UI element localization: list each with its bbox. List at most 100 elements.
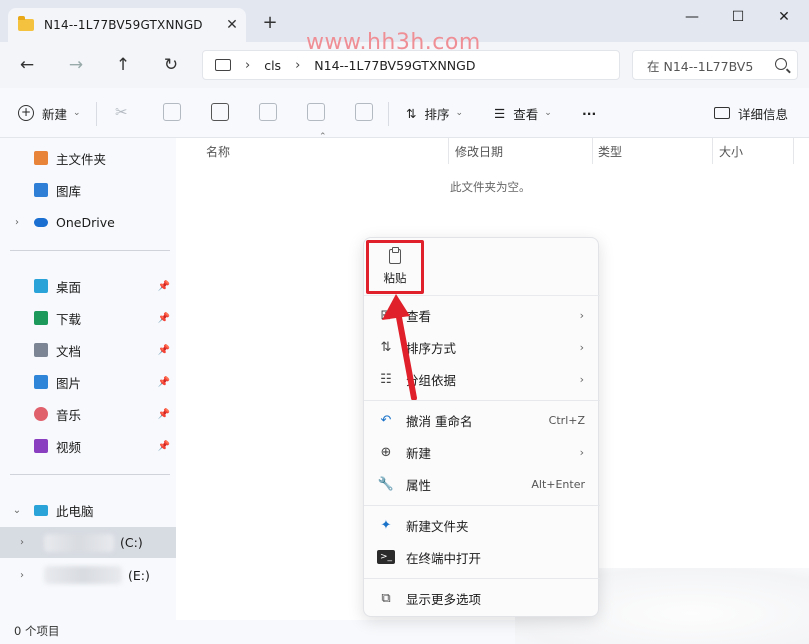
menu-item-label: 在终端中打开 <box>406 550 482 566</box>
view-grid-icon: ⊞ <box>380 307 392 323</box>
rename-icon[interactable] <box>259 103 277 121</box>
plus-icon: + <box>18 105 34 121</box>
column-header-modified[interactable]: 修改日期 <box>455 140 503 162</box>
new-folder-icon: ✦ <box>380 517 392 533</box>
view-button[interactable]: ☰ 查看 ⌄ <box>494 102 552 124</box>
download-icon <box>34 311 48 325</box>
sidebar-item-pictures[interactable]: 图片 📌 <box>0 368 176 396</box>
pin-icon[interactable]: 📌 <box>158 313 170 324</box>
more-button[interactable]: ··· <box>582 102 596 124</box>
menu-item-view[interactable]: ⊞ 查看 › <box>364 300 600 330</box>
breadcrumb-item[interactable]: N14--1L77BV59GTXNNGD <box>314 58 475 73</box>
sidebar-item-label: 音乐 <box>56 407 82 423</box>
menu-item-sort[interactable]: ⇅ 排序方式 › <box>364 332 600 362</box>
menu-item-properties[interactable]: 🔧 属性 Alt+Enter <box>364 469 600 499</box>
column-divider[interactable] <box>448 138 449 164</box>
sidebar-item-label: 文档 <box>56 343 82 359</box>
chevron-right-icon[interactable]: › <box>0 570 44 581</box>
sidebar-item-drive-e[interactable]: › (E:) <box>0 560 176 590</box>
pin-icon[interactable]: 📌 <box>158 441 170 452</box>
cut-icon[interactable]: ✂ <box>115 103 133 121</box>
sidebar-item-label: 此电脑 <box>56 503 94 519</box>
column-header-size[interactable]: 大小 <box>719 140 743 162</box>
breadcrumb-item[interactable]: cls <box>264 58 281 73</box>
sidebar-item-onedrive[interactable]: › OneDrive <box>0 208 176 236</box>
maximize-button[interactable]: ☐ <box>726 6 750 30</box>
pin-icon[interactable]: 📌 <box>158 281 170 292</box>
column-header-name[interactable]: 名称 <box>206 140 230 162</box>
paste-button[interactable]: 粘贴 <box>366 240 424 294</box>
sidebar-item-music[interactable]: 音乐 📌 <box>0 400 176 428</box>
sidebar-item-label: 主文件夹 <box>56 151 107 167</box>
back-button[interactable]: ← <box>14 52 40 78</box>
sort-label: 排序 <box>424 106 450 122</box>
menu-item-more-options[interactable]: ⧉ 显示更多选项 <box>364 583 600 613</box>
sidebar-item-videos[interactable]: 视频 📌 <box>0 432 176 460</box>
search-icon <box>775 58 787 70</box>
pictures-icon <box>34 375 48 389</box>
shortcut-label: Alt+Enter <box>531 477 585 491</box>
delete-icon[interactable] <box>355 103 373 121</box>
sidebar-item-drive-c[interactable]: › (C:) <box>0 527 176 558</box>
menu-item-new-folder[interactable]: ✦ 新建文件夹 <box>364 510 600 540</box>
context-menu-quick-actions: 粘贴 <box>364 238 600 296</box>
refresh-button[interactable]: ↻ <box>158 52 184 78</box>
sort-icon: ⇅ <box>406 105 417 121</box>
column-divider[interactable] <box>592 138 593 164</box>
sidebar-item-desktop[interactable]: 桌面 📌 <box>0 272 176 300</box>
breadcrumb-separator: › <box>295 57 301 73</box>
sort-button[interactable]: ⇅ 排序 ⌄ <box>406 102 463 124</box>
menu-item-label: 新建 <box>406 445 432 461</box>
sidebar-item-gallery[interactable]: 图库 <box>0 176 176 204</box>
chevron-right-icon: › <box>579 372 584 386</box>
chevron-right-icon[interactable]: › <box>0 217 34 228</box>
tab-current-folder[interactable]: N14--1L77BV59GTXNNGD ✕ <box>8 8 246 42</box>
menu-item-undo-rename[interactable]: ↶ 撤消 重命名 Ctrl+Z <box>364 405 600 435</box>
view-label: 查看 <box>513 106 539 122</box>
chevron-down-icon[interactable]: ⌄ <box>0 505 34 516</box>
menu-separator <box>364 578 600 579</box>
close-window-button[interactable]: ✕ <box>772 6 796 30</box>
new-tab-button[interactable]: + <box>258 12 282 36</box>
column-header-type[interactable]: 类型 <box>598 140 622 162</box>
pin-icon[interactable]: 📌 <box>158 409 170 420</box>
menu-item-label: 属性 <box>406 477 432 493</box>
paste-icon[interactable] <box>211 103 229 121</box>
copy-icon[interactable] <box>163 103 181 121</box>
chevron-right-icon: › <box>579 308 584 322</box>
menu-item-open-terminal[interactable]: >_ 在终端中打开 <box>364 542 600 572</box>
menu-item-label: 新建文件夹 <box>406 518 469 534</box>
folder-icon <box>18 16 34 31</box>
context-menu: 粘贴 ⊞ 查看 › ⇅ 排序方式 › ☷ 分组依据 › ↶ 撤消 重命名 Ctr… <box>363 237 600 617</box>
sidebar-item-label: (C:) <box>120 535 143 550</box>
gallery-icon <box>34 183 48 197</box>
search-input[interactable]: 在 N14--1L77BV5 <box>632 50 798 80</box>
share-icon[interactable] <box>307 103 325 121</box>
menu-item-group-by[interactable]: ☷ 分组依据 › <box>364 364 600 394</box>
sidebar-item-documents[interactable]: 文档 📌 <box>0 336 176 364</box>
more-options-icon: ⧉ <box>381 590 391 606</box>
sidebar-item-downloads[interactable]: 下载 📌 <box>0 304 176 332</box>
sidebar-item-label: 视频 <box>56 439 82 455</box>
undo-icon: ↶ <box>380 412 392 428</box>
sidebar-item-label: 图库 <box>56 183 82 199</box>
column-divider[interactable] <box>793 138 794 164</box>
chevron-down-icon: ⌄ <box>73 108 81 118</box>
pin-icon[interactable]: 📌 <box>158 377 170 388</box>
forward-button[interactable]: → <box>63 52 89 78</box>
menu-item-new[interactable]: ⊕ 新建 › <box>364 437 600 467</box>
new-button[interactable]: + 新建 ⌄ <box>18 102 81 124</box>
close-tab-button[interactable]: ✕ <box>218 17 246 33</box>
details-button[interactable]: 详细信息 <box>714 102 788 124</box>
sidebar-item-this-pc[interactable]: ⌄ 此电脑 <box>0 496 176 524</box>
sidebar-item-home[interactable]: 主文件夹 <box>0 144 176 172</box>
pin-icon[interactable]: 📌 <box>158 345 170 356</box>
minimize-button[interactable]: — <box>680 6 704 30</box>
column-divider[interactable] <box>712 138 713 164</box>
sidebar-item-label: 下载 <box>56 311 82 327</box>
sidebar-item-label: 桌面 <box>56 279 82 295</box>
navigation-pane: 主文件夹 图库 › OneDrive 桌面 📌 下载 📌 文档 📌 图片 📌 音… <box>0 138 176 620</box>
sort-icon: ⇅ <box>380 339 392 355</box>
up-button[interactable]: ↑ <box>110 52 136 78</box>
chevron-right-icon[interactable]: › <box>0 537 44 548</box>
